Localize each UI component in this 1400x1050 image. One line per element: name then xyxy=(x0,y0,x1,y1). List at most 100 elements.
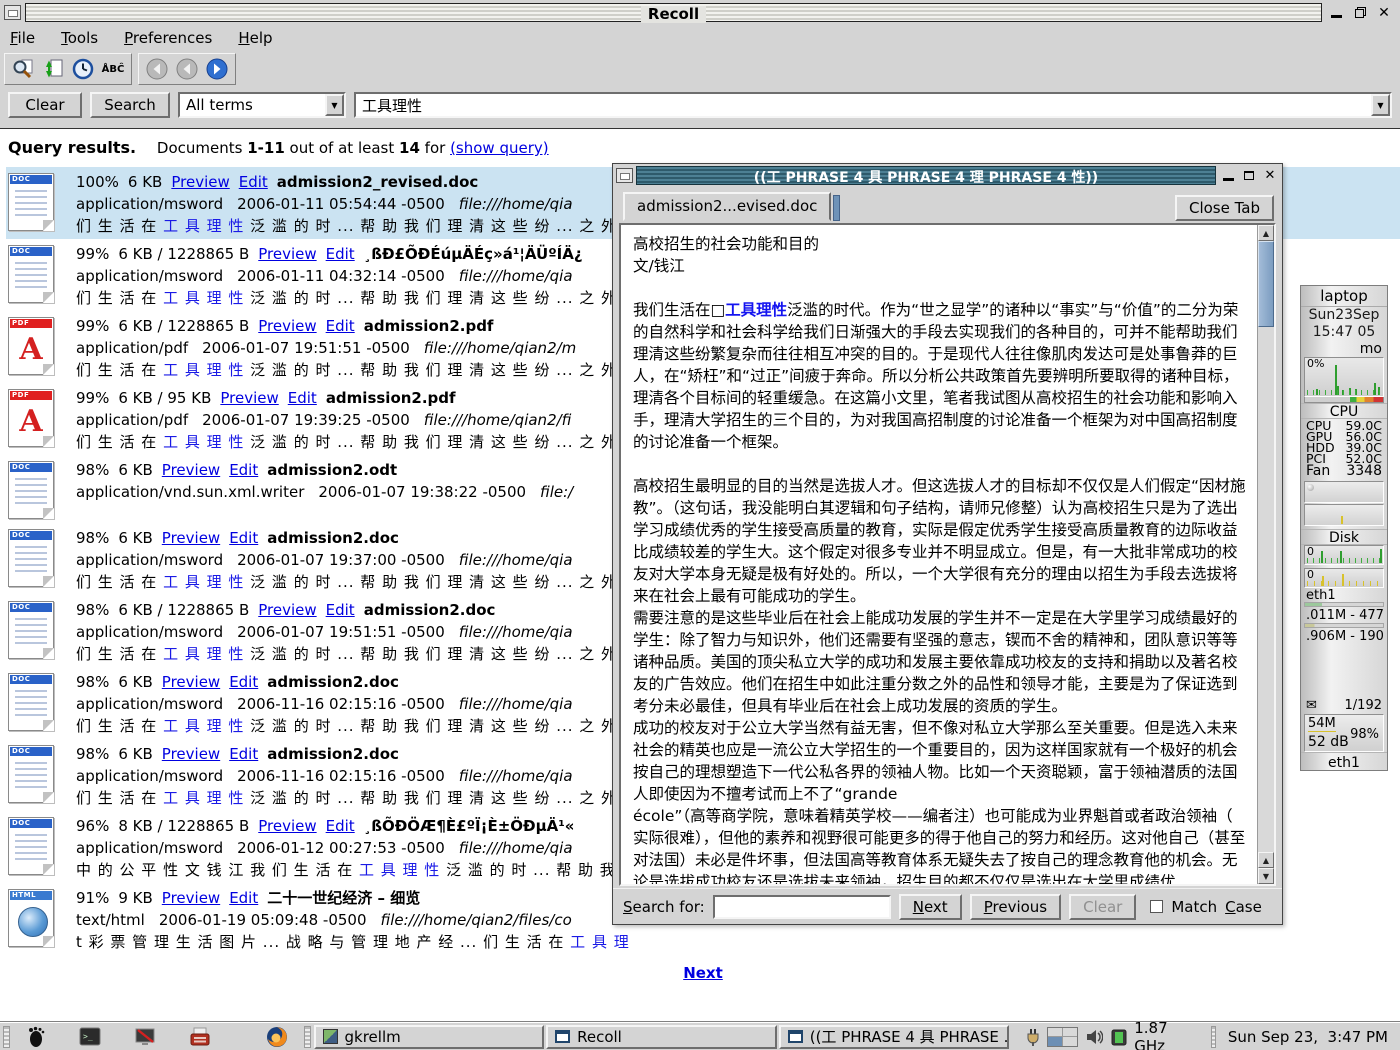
preview-link[interactable]: Preview xyxy=(162,745,220,763)
terminal-launcher[interactable]: >_ xyxy=(78,1025,102,1049)
cpufreq-icon[interactable] xyxy=(1110,1027,1127,1047)
lock-screen-launcher[interactable] xyxy=(133,1025,157,1049)
clear-button[interactable]: Clear xyxy=(8,92,82,118)
gkrellm-hostname[interactable]: laptop xyxy=(1301,286,1387,307)
edit-link[interactable]: Edit xyxy=(239,173,268,191)
preview-tab[interactable]: admission2...evised.doc xyxy=(623,192,831,221)
match-case-checkbox[interactable] xyxy=(1150,900,1163,913)
menu-file[interactable]: File xyxy=(10,29,35,47)
gnome-menu-button[interactable] xyxy=(23,1025,47,1049)
minimize-button[interactable] xyxy=(1219,167,1237,185)
maximize-button[interactable] xyxy=(1240,167,1258,185)
taskbar-clock[interactable]: Sun Sep 23, 3:47 PM xyxy=(1222,1028,1400,1046)
history-button[interactable] xyxy=(69,56,97,82)
preview-link[interactable]: Preview xyxy=(220,389,278,407)
preview-link[interactable]: Preview xyxy=(258,817,316,835)
find-next-button[interactable]: Next xyxy=(899,894,962,920)
chevron-down-icon[interactable]: ▼ xyxy=(325,94,344,116)
preview-link[interactable]: Preview xyxy=(162,673,220,691)
find-previous-button[interactable]: Previous xyxy=(970,894,1061,920)
sort-button[interactable] xyxy=(39,56,67,82)
minimize-button[interactable] xyxy=(1326,4,1346,22)
disk-chart-2[interactable]: 0 xyxy=(1304,568,1384,588)
workspace-pager[interactable] xyxy=(1047,1027,1077,1047)
restore-button[interactable] xyxy=(1350,4,1370,22)
preview-link[interactable]: Preview xyxy=(171,173,229,191)
preview-link[interactable]: Preview xyxy=(258,317,316,335)
fan-chart[interactable] xyxy=(1301,479,1387,529)
edit-link[interactable]: Edit xyxy=(288,389,317,407)
find-clear-button[interactable]: Clear xyxy=(1069,894,1136,920)
file-type-label: DOC xyxy=(10,747,52,756)
disk-chart-1[interactable]: 0 xyxy=(1304,545,1384,565)
edit-link[interactable]: Edit xyxy=(229,673,258,691)
scrollbar-track[interactable] xyxy=(1258,327,1274,852)
scroll-up-icon[interactable]: ▲ xyxy=(1258,225,1274,241)
close-button[interactable]: ✕ xyxy=(1374,4,1394,22)
editor-launcher[interactable] xyxy=(188,1025,212,1049)
preview-text-area[interactable]: 高校招生的社会功能和目的文/钱江我们生活在□工具理性泛滥的时代。作为“世之显学”… xyxy=(619,223,1276,886)
panel-handle[interactable] xyxy=(3,1026,10,1048)
preview-link[interactable]: Preview xyxy=(162,529,220,547)
next-page-button[interactable] xyxy=(203,56,231,82)
edit-link[interactable]: Edit xyxy=(326,601,355,619)
next-results-link[interactable]: Next xyxy=(683,964,723,982)
search-mode-select[interactable]: All terms ▼ xyxy=(178,92,346,118)
tasklist-handle[interactable] xyxy=(304,1026,311,1048)
result-snippet: 们 生 活 在 工 具 理 性 泛 滥 的 时 ... 帮 助 我 们 理 清 … xyxy=(76,287,639,309)
first-page-button[interactable] xyxy=(143,56,171,82)
edit-link[interactable]: Edit xyxy=(229,529,258,547)
mail-monitor[interactable]: ✉ 1/192 xyxy=(1301,696,1387,714)
edit-link[interactable]: Edit xyxy=(229,461,258,479)
net-footer-label[interactable]: eth1 xyxy=(1301,752,1387,772)
edit-link[interactable]: Edit xyxy=(326,817,355,835)
preview-link[interactable]: Preview xyxy=(162,461,220,479)
titlebar-grip[interactable]: ((工 PHRASE 4 具 PHRASE 4 理 PHRASE 4 性)) xyxy=(636,166,1216,185)
result-file-icon: DOC xyxy=(8,817,54,875)
volume-icon[interactable] xyxy=(1085,1028,1104,1046)
preview-link[interactable]: Preview xyxy=(258,601,316,619)
close-button[interactable]: ✕ xyxy=(1261,167,1279,185)
memory-meter[interactable]: 54M 98% 52 dB xyxy=(1304,714,1384,752)
search-input[interactable] xyxy=(356,94,1371,116)
slider-knob[interactable] xyxy=(1307,484,1314,491)
scrollbar-thumb[interactable] xyxy=(1258,241,1274,327)
close-tab-button[interactable]: Close Tab xyxy=(1175,195,1274,221)
prev-page-button[interactable] xyxy=(173,56,201,82)
cpu-section-label[interactable]: CPU xyxy=(1301,403,1387,419)
menu-tools[interactable]: Tools xyxy=(61,29,98,47)
search-button[interactable]: Search xyxy=(90,92,170,118)
preview-link[interactable]: Preview xyxy=(258,245,316,263)
window-menu-button[interactable] xyxy=(616,168,633,183)
show-query-link[interactable]: (show query) xyxy=(450,139,549,157)
window-menu-button[interactable] xyxy=(4,5,21,20)
result-mime: text/html xyxy=(76,911,145,929)
net-interface-label[interactable]: eth1 xyxy=(1301,588,1387,602)
edit-link[interactable]: Edit xyxy=(229,889,258,907)
edit-link[interactable]: Edit xyxy=(229,745,258,763)
preview-find-input[interactable] xyxy=(713,895,891,919)
gkrellm-monitor: laptop Sun23Sep 15:47 05 mo 0% CPU CPU59… xyxy=(1300,285,1388,771)
spell-button[interactable]: ÅBĈ xyxy=(99,56,127,82)
scroll-up-icon[interactable]: ▲ xyxy=(1258,852,1274,868)
query-history-dropdown-icon[interactable]: ▼ xyxy=(1371,94,1390,116)
scroll-down-icon[interactable]: ▼ xyxy=(1258,868,1274,884)
menu-preferences[interactable]: Preferences xyxy=(124,29,212,47)
task-button-recoll[interactable]: Recoll xyxy=(546,1025,777,1049)
net-readout-2: .906M - 190 xyxy=(1301,628,1387,644)
advanced-search-button[interactable] xyxy=(9,56,37,82)
task-button-gkrellm[interactable]: gkrellm xyxy=(314,1025,545,1049)
result-date: 2006-01-19 05:09:48 -0500 xyxy=(159,911,367,929)
preview-scrollbar[interactable]: ▲ ▲ ▼ xyxy=(1257,225,1274,884)
edit-link[interactable]: Edit xyxy=(326,245,355,263)
preview-link[interactable]: Preview xyxy=(162,889,220,907)
titlebar-grip[interactable]: Recoll xyxy=(25,3,1322,22)
power-plug-icon[interactable] xyxy=(1025,1027,1040,1047)
edit-link[interactable]: Edit xyxy=(326,317,355,335)
firefox-launcher[interactable] xyxy=(265,1025,289,1049)
task-button-preview[interactable]: ((工 PHRASE 4 具 PHRASE ... xyxy=(779,1025,1010,1049)
disk-section-label[interactable]: Disk xyxy=(1301,529,1387,545)
cpu-chart[interactable]: 0% xyxy=(1304,357,1384,397)
memory-percent: 98% xyxy=(1350,727,1379,742)
menu-help[interactable]: Help xyxy=(238,29,272,47)
